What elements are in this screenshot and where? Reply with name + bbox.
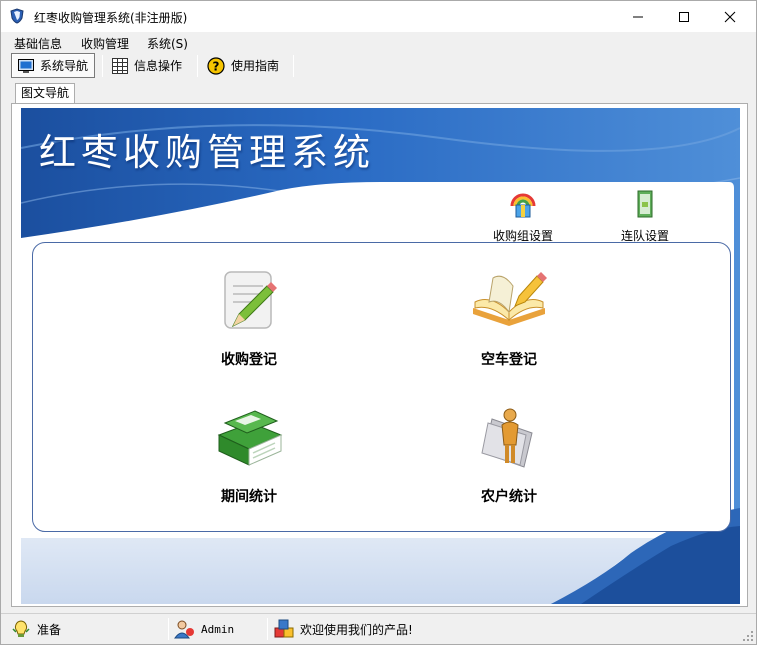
status-bar: 准备 Admin 欢迎使用我们的产品! [1, 613, 756, 644]
close-button[interactable] [707, 1, 753, 32]
light-bulb-icon [12, 620, 30, 637]
menu-bar: 基础信息 收购管理 系统(S) [1, 32, 756, 52]
close-icon [724, 11, 736, 22]
user-icon [174, 620, 194, 639]
system-nav-button[interactable]: 系统导航 [11, 53, 96, 78]
module-panel [32, 242, 731, 532]
notepad-pencil-icon [224, 271, 277, 329]
info-ops-label: 信息操作 [134, 59, 183, 73]
banner-title: 红枣收购管理系统 [39, 131, 375, 174]
open-book-pencil-icon [473, 272, 547, 326]
status-welcome-label: 欢迎使用我们的产品! [300, 622, 413, 637]
empty-truck-register-label: 空车登记 [481, 352, 537, 368]
maximize-icon [679, 11, 689, 22]
maximize-button[interactable] [661, 1, 707, 32]
window-title: 红枣收购管理系统(非注册版) [34, 11, 188, 25]
status-ready-label: 准备 [37, 622, 62, 637]
nav-content: 红枣收购管理系统 收购组设置 连队设置 收购登记 空车登记 期间统计 农户统计 [21, 108, 740, 604]
menu-purchase-mgmt[interactable]: 收购管理 [81, 35, 129, 52]
empty-truck-register-module[interactable]: 空车登记 [449, 268, 569, 369]
user-folder-icon [481, 408, 533, 468]
app-shield-icon [10, 8, 24, 24]
colored-boxes-icon [274, 619, 294, 638]
farmer-stats-label: 农户统计 [481, 489, 537, 505]
status-user-label: Admin [201, 622, 235, 636]
farmer-stats-module[interactable]: 农户统计 [449, 405, 569, 506]
user-guide-label: 使用指南 [231, 59, 280, 73]
toolbar: 系统导航 信息操作 ? 使用指南 [1, 52, 756, 79]
menu-basic-info[interactable]: 基础信息 [14, 35, 62, 52]
period-stats-label: 期间统计 [221, 489, 277, 505]
status-ready: 准备 [11, 619, 61, 639]
minimize-button[interactable] [615, 1, 661, 32]
team-setup-shortcut[interactable]: 连队设置 [600, 188, 690, 244]
period-stats-module[interactable]: 期间统计 [189, 405, 309, 506]
minimize-icon [633, 16, 643, 17]
purchase-register-label: 收购登记 [221, 352, 277, 368]
user-guide-button[interactable]: ? 使用指南 [201, 53, 285, 78]
help-question-icon: ? [207, 56, 225, 75]
purchase-register-module[interactable]: 收购登记 [189, 268, 309, 369]
app-window: 红枣收购管理系统(非注册版) 基础信息 收购管理 系统(S) 系统导航 信息操作… [0, 0, 757, 645]
grid-icon [112, 57, 128, 74]
monitor-icon [18, 58, 34, 73]
group-setup-shortcut[interactable]: 收购组设置 [478, 188, 568, 244]
title-bar: 红枣收购管理系统(非注册版) [1, 1, 756, 32]
system-nav-label: 系统导航 [40, 59, 89, 73]
resize-grip-icon[interactable] [742, 630, 754, 642]
status-user: Admin [173, 619, 234, 639]
tab-graphic-nav[interactable]: 图文导航 [15, 83, 76, 104]
green-books-icon [217, 410, 283, 466]
svg-text:?: ? [213, 59, 220, 73]
rainbow-box-icon [510, 193, 536, 218]
tab-strip: 图文导航 [1, 81, 756, 104]
status-welcome: 欢迎使用我们的产品! [274, 619, 413, 639]
info-ops-button[interactable]: 信息操作 [106, 53, 188, 78]
green-book-icon [637, 190, 653, 218]
tab-panel: 红枣收购管理系统 收购组设置 连队设置 收购登记 空车登记 期间统计 农户统计 [11, 103, 748, 607]
menu-system[interactable]: 系统(S) [147, 35, 188, 52]
